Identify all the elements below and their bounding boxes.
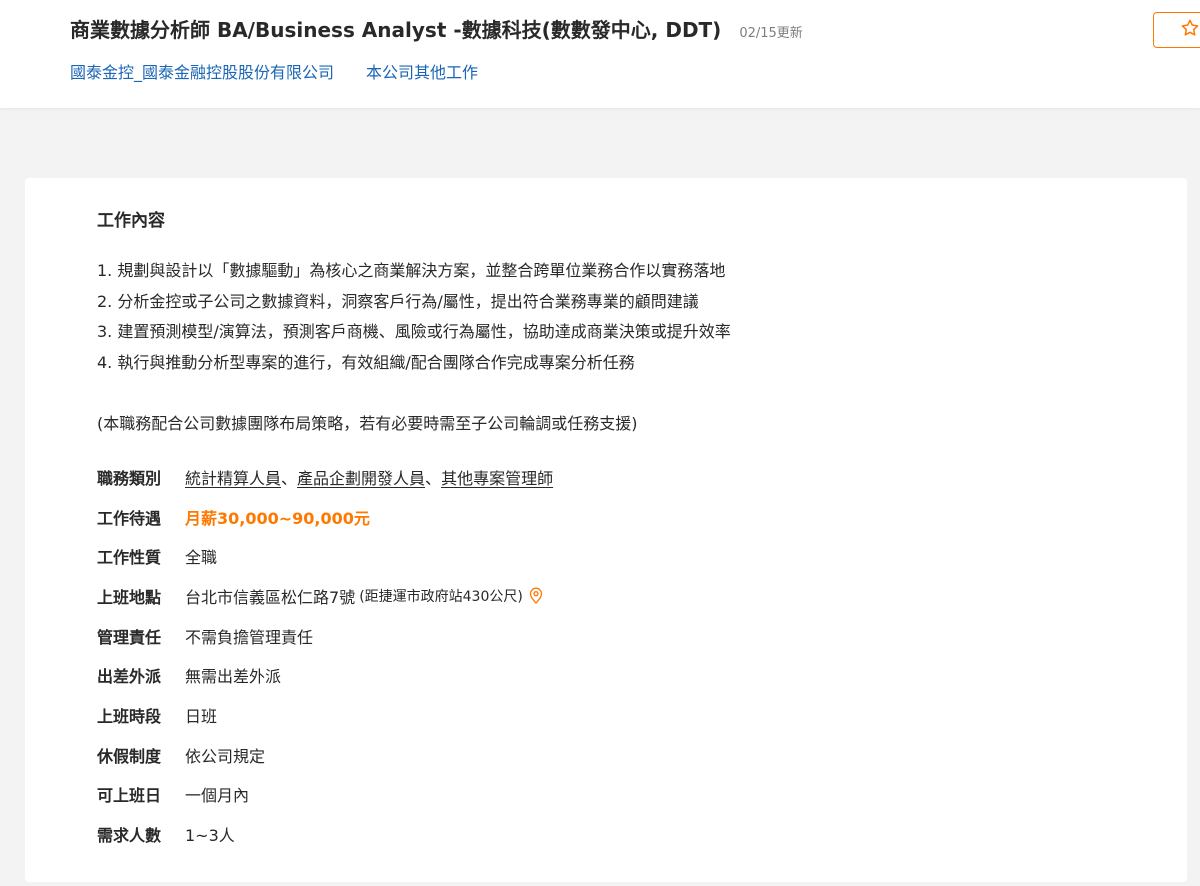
detail-label: 工作性質	[97, 548, 162, 568]
salary-value: 月薪30,000~90,000元	[185, 508, 370, 528]
job-title-row: 商業數據分析師 BA/Business Analyst -數據科技(數數發中心,…	[70, 14, 803, 43]
company-name-link[interactable]: 國泰金控_國泰金融控股股份有限公司	[70, 59, 334, 83]
detail-label: 出差外派	[97, 667, 162, 687]
job-details: 職務類別 統計精算人員 、 產品企劃開發人員 、 其他專案管理師 工作待遇 月薪…	[97, 457, 553, 854]
job-description: 1. 規劃與設計以「數據驅動」為核心之商業解決方案，並整合跨單位業務合作以實務落…	[97, 256, 731, 440]
detail-row-management: 管理責任 不需負擔管理責任	[97, 616, 553, 656]
detail-row-headcount: 需求人數 1~3人	[97, 814, 553, 854]
detail-value: 全職	[185, 548, 218, 568]
location-address: 台北市信義區松仁路7號	[185, 587, 356, 607]
map-pin-icon[interactable]	[529, 587, 543, 605]
save-job-button[interactable]	[1153, 12, 1200, 48]
detail-label: 管理責任	[97, 627, 162, 647]
detail-value: 統計精算人員 、 產品企劃開發人員 、 其他專案管理師	[185, 465, 553, 489]
detail-label: 上班地點	[97, 587, 162, 607]
detail-value: 依公司規定	[185, 746, 266, 766]
detail-value: 無需出差外派	[185, 667, 282, 687]
separator: 、	[425, 468, 442, 488]
description-line: 4. 執行與推動分析型專案的進行，有效組織/配合團隊合作完成專案分析任務	[97, 352, 635, 372]
star-outline-icon	[1180, 18, 1200, 42]
category-link[interactable]: 其他專案管理師	[441, 465, 553, 489]
detail-label: 上班時段	[97, 706, 162, 726]
detail-value: 一個月內	[185, 786, 250, 806]
detail-label: 職務類別	[97, 468, 162, 488]
job-description-card: 工作內容 1. 規劃與設計以「數據驅動」為核心之商業解決方案，並整合跨單位業務合…	[25, 178, 1187, 882]
separator: 、	[281, 468, 298, 488]
detail-row-job-type: 工作性質 全職	[97, 536, 553, 576]
description-line: 2. 分析金控或子公司之數據資料，洞察客戶行為/屬性，提出符合業務專業的顧問建議	[97, 291, 699, 311]
detail-row-category: 職務類別 統計精算人員 、 產品企劃開發人員 、 其他專案管理師	[97, 457, 553, 497]
detail-label: 工作待遇	[97, 508, 162, 528]
detail-label: 休假制度	[97, 746, 162, 766]
description-note: (本職務配合公司數據團隊布局策略，若有必要時需至子公司輪調或任務支援)	[97, 414, 638, 433]
detail-value: 台北市信義區松仁路7號 (距捷運市政府站430公尺)	[185, 584, 543, 608]
job-title: 商業數據分析師 BA/Business Analyst -數據科技(數數發中心,…	[70, 18, 722, 42]
job-header: 商業數據分析師 BA/Business Analyst -數據科技(數數發中心,…	[0, 0, 1200, 108]
detail-label: 可上班日	[97, 786, 162, 806]
detail-label: 需求人數	[97, 826, 162, 846]
detail-row-start-date: 可上班日 一個月內	[97, 775, 553, 815]
description-line: 3. 建置預測模型/演算法，預測客戶商機、風險或行為屬性，協助達成商業決策或提升…	[97, 322, 731, 341]
detail-row-leave: 休假制度 依公司規定	[97, 735, 553, 775]
category-link[interactable]: 產品企劃開發人員	[297, 465, 425, 489]
detail-value: 不需負擔管理責任	[185, 627, 314, 647]
detail-row-location: 上班地點 台北市信義區松仁路7號 (距捷運市政府站430公尺)	[97, 576, 553, 616]
update-date: 02/15更新	[739, 26, 803, 41]
other-jobs-link[interactable]: 本公司其他工作	[366, 59, 478, 83]
detail-value: 1~3人	[185, 826, 235, 846]
location-distance: (距捷運市政府站430公尺)	[359, 588, 523, 605]
detail-row-shift: 上班時段 日班	[97, 695, 553, 735]
category-link[interactable]: 統計精算人員	[185, 465, 281, 489]
company-links: 國泰金控_國泰金融控股股份有限公司 本公司其他工作	[70, 59, 478, 83]
detail-row-salary: 工作待遇 月薪30,000~90,000元	[97, 497, 553, 537]
detail-row-travel: 出差外派 無需出差外派	[97, 655, 553, 695]
description-line: 1. 規劃與設計以「數據驅動」為核心之商業解決方案，並整合跨單位業務合作以實務落…	[97, 261, 726, 280]
section-title: 工作內容	[97, 211, 165, 231]
detail-value: 日班	[185, 706, 218, 726]
